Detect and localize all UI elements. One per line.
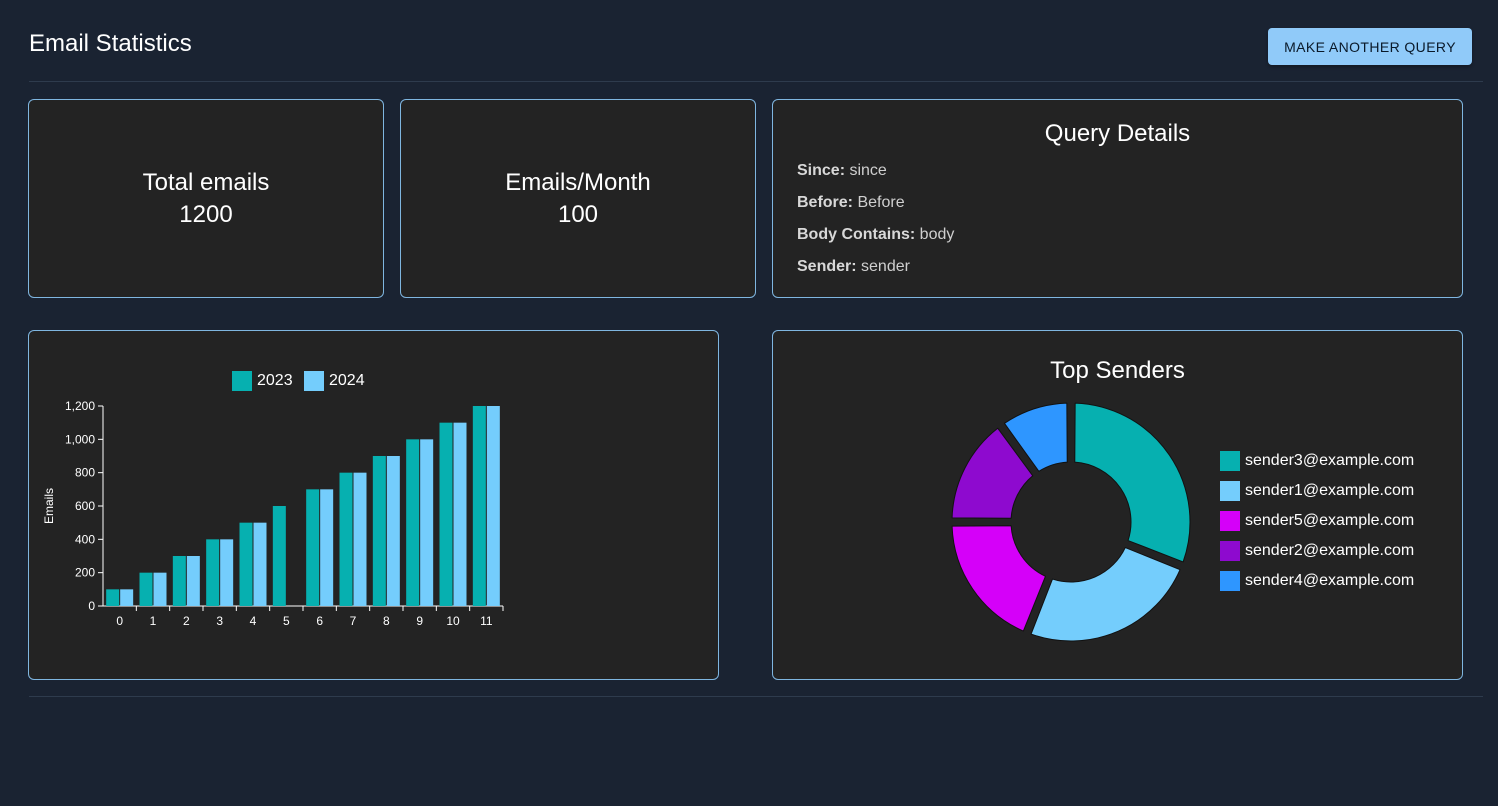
query-before-row: Before: Before — [797, 194, 905, 212]
x-tick-label: 1 — [150, 614, 157, 628]
query-sender-value: sender — [861, 258, 910, 275]
bar-2023-9 — [406, 439, 420, 606]
make-another-query-button[interactable]: MAKE ANOTHER QUERY — [1268, 28, 1472, 65]
query-since-key: Since: — [797, 162, 846, 179]
top-senders-legend-item: sender1@example.com — [1220, 481, 1414, 501]
bar-2023-8 — [372, 456, 386, 606]
y-tick-label: 1,200 — [65, 399, 95, 413]
bar-2023-6 — [306, 489, 320, 606]
bar-2023-1 — [139, 572, 153, 606]
x-tick-label: 2 — [183, 614, 190, 628]
bar-2023-11 — [472, 406, 486, 606]
query-body-value: body — [919, 226, 955, 243]
bar-2024-8 — [386, 456, 400, 606]
donut-slice-sender3@example.com — [1074, 402, 1191, 563]
bar-2024-0 — [120, 589, 134, 606]
legend-label: sender1@example.com — [1245, 482, 1415, 499]
legend-swatch — [1220, 511, 1240, 531]
y-tick-label: 800 — [75, 466, 95, 480]
bar-2024-10 — [453, 422, 467, 606]
emails-per-month-label: Emails/Month — [505, 168, 651, 196]
query-details-title: Query Details — [1044, 120, 1191, 147]
query-since-row: Since: since — [797, 162, 887, 180]
y-tick-label: 1,000 — [65, 432, 95, 446]
bar-2024-6 — [320, 489, 334, 606]
bar-2024-1 — [153, 572, 167, 606]
bar-2023-10 — [439, 422, 453, 606]
bar-2024-7 — [353, 472, 367, 606]
top-senders-legend-item: sender4@example.com — [1220, 571, 1414, 591]
legend-label: sender2@example.com — [1245, 542, 1415, 559]
query-sender-row: Sender: sender — [797, 258, 910, 276]
query-sender-key: Sender: — [797, 258, 857, 275]
total-emails-value: 1200 — [179, 200, 233, 228]
x-tick-label: 3 — [216, 614, 223, 628]
footer-divider — [29, 696, 1483, 697]
total-emails-label: Total emails — [142, 168, 270, 196]
query-body-key: Body Contains: — [797, 226, 916, 243]
y-tick-label: 0 — [88, 599, 95, 613]
bar-2024-3 — [220, 539, 234, 606]
query-before-key: Before: — [797, 194, 854, 211]
bar-2024-2 — [186, 556, 200, 606]
emails-per-month-card: Emails/Month 100 — [400, 99, 756, 298]
top-senders-legend-item: sender2@example.com — [1220, 541, 1414, 561]
y-axis-label: Emails — [42, 488, 56, 524]
bar-2024-9 — [420, 439, 434, 606]
page-title: Email Statistics — [29, 30, 192, 57]
y-tick-label: 600 — [75, 499, 95, 513]
x-tick-label: 8 — [383, 614, 390, 628]
emails-per-month-value: 100 — [557, 200, 599, 228]
x-tick-label: 7 — [350, 614, 357, 628]
legend-label: sender3@example.com — [1245, 452, 1415, 469]
legend-label: sender4@example.com — [1245, 572, 1415, 589]
y-tick-label: 200 — [75, 566, 95, 580]
emails-per-month-chart-card: 2023 2024 0 200 400 600 800 1,000 1,200 Emails 0… — [28, 330, 719, 680]
top-senders-legend-item: sender3@example.com — [1220, 451, 1414, 471]
bar-2023-7 — [339, 472, 353, 606]
y-tick-label: 400 — [75, 532, 95, 546]
bar-2023-4 — [239, 522, 253, 606]
x-tick-label: 6 — [316, 614, 323, 628]
legend-swatch — [1220, 571, 1240, 591]
bar-2023-0 — [106, 589, 120, 606]
x-tick-label: 11 — [480, 614, 493, 628]
x-tick-label: 4 — [250, 614, 257, 628]
total-emails-card: Total emails 1200 — [28, 99, 384, 298]
bar-2024-11 — [486, 406, 500, 606]
bar-chart: 0 200 400 600 800 1,000 1,200 Emails 0 1 2 3 4 5 6 7 8 9 1… — [42, 399, 504, 628]
x-tick-label: 10 — [446, 614, 460, 628]
top-senders-donut-chart — [951, 402, 1191, 642]
bar-2023-2 — [172, 556, 186, 606]
bar-2023-5 — [272, 506, 286, 606]
x-tick-label: 0 — [116, 614, 123, 628]
query-before-value: Before — [857, 194, 905, 211]
bar-2024-4 — [253, 522, 267, 606]
header-divider — [29, 81, 1483, 82]
x-tick-label: 9 — [416, 614, 423, 628]
legend-swatch — [1220, 541, 1240, 561]
top-senders-card: Top Senders sender3@example.com sender1@e… — [772, 330, 1463, 680]
top-senders-legend-item: sender5@example.com — [1220, 511, 1414, 531]
query-since-value: since — [849, 162, 887, 179]
query-body-row: Body Contains: body — [797, 226, 954, 244]
query-details-card: Query Details Since: since Before: Befor… — [772, 99, 1463, 298]
x-tick-label: 5 — [283, 614, 290, 628]
legend-swatch — [1220, 481, 1240, 501]
legend-label: sender5@example.com — [1245, 512, 1415, 529]
legend-swatch — [1220, 451, 1240, 471]
bar-2023-3 — [206, 539, 220, 606]
donut-slice-sender5@example.com — [951, 525, 1046, 632]
donut-slice-sender1@example.com — [1030, 547, 1181, 642]
